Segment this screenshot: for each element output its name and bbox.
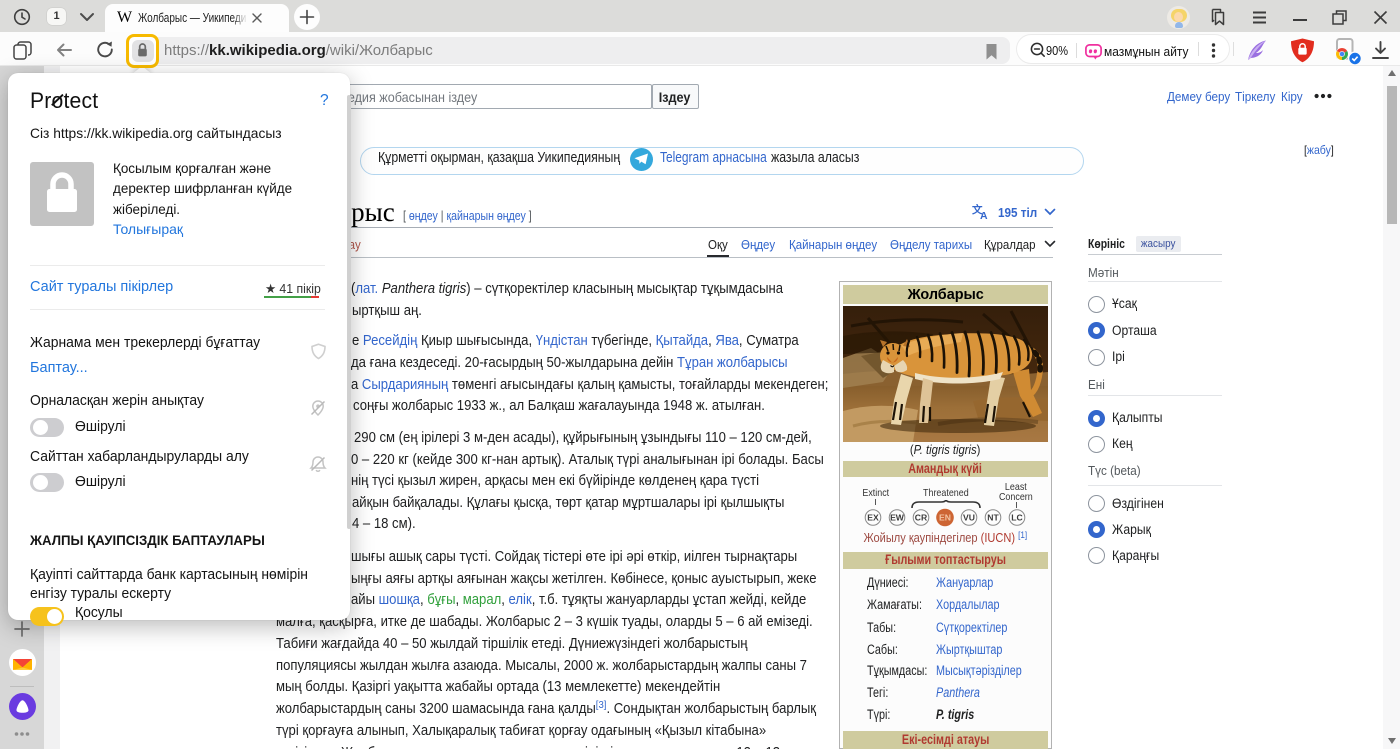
svg-text:EN: EN	[939, 513, 951, 523]
svg-text:EX: EX	[867, 513, 879, 523]
svg-text:A: A	[980, 210, 988, 220]
svg-text:CR: CR	[915, 513, 928, 523]
svg-text:NT: NT	[987, 513, 999, 523]
svg-text:LC: LC	[1011, 513, 1022, 523]
svg-text:VU: VU	[963, 513, 975, 523]
svg-text:EW: EW	[890, 513, 905, 523]
